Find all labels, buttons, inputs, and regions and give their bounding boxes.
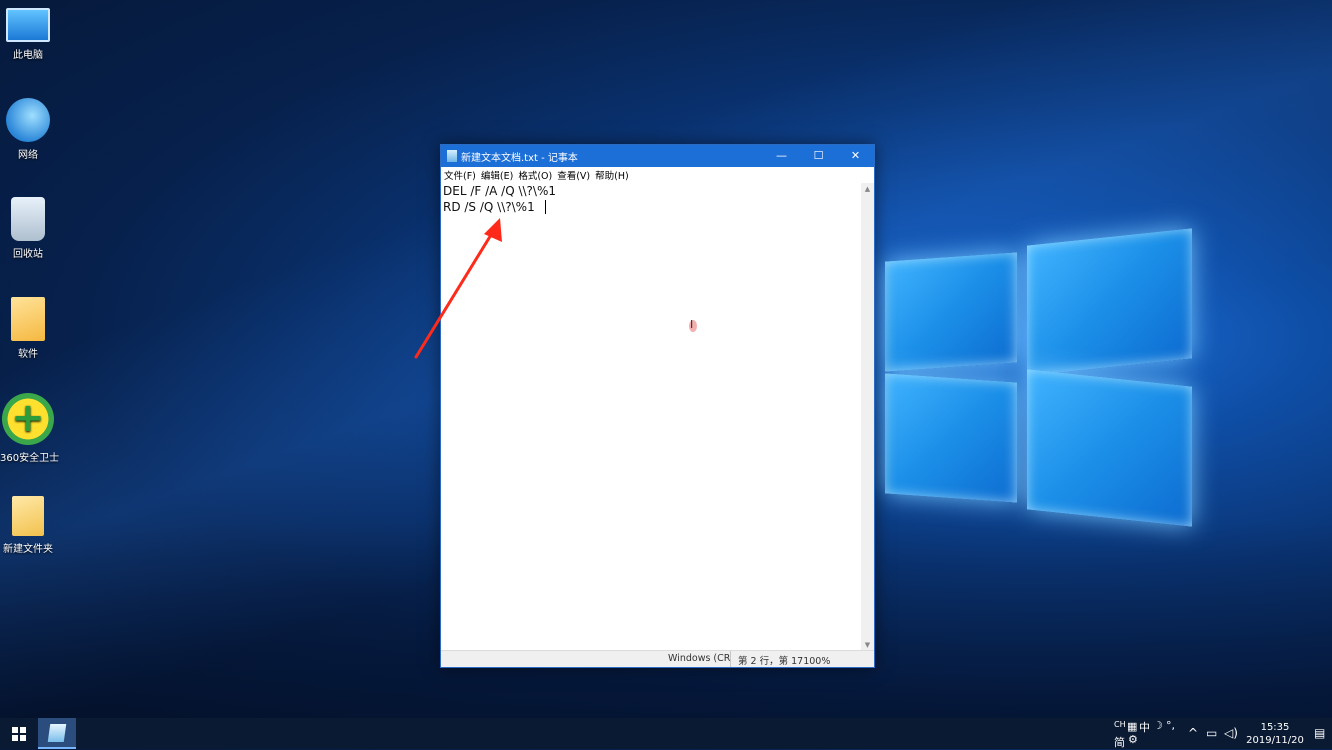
network-icon[interactable]: ▭ <box>1206 726 1217 740</box>
ime-language-indicator[interactable]: CH <box>1114 720 1126 729</box>
desktop-icon-label: 360安全卫士 <box>0 453 60 464</box>
desktop-icon-label: 此电脑 <box>13 50 43 61</box>
mouse-cursor-icon <box>689 318 697 332</box>
notepad-icon <box>47 724 67 742</box>
menu-edit[interactable]: 编辑(E) <box>481 168 513 182</box>
vertical-scrollbar[interactable]: ▲ ▼ <box>861 183 874 651</box>
status-encoding: Windows (CR <box>668 653 731 664</box>
computer-icon <box>6 8 50 42</box>
text-caret <box>545 200 546 214</box>
taskbar: CH ▦ 中 ☽ °, 简 ⚙ ^ ▭ ◁) 15:35 2019/11/20 … <box>0 718 1332 749</box>
status-bar: Windows (CR 第 2 行，第 17100% <box>441 650 874 667</box>
text-line: DEL /F /A /Q \\?\%1 <box>443 184 556 198</box>
desktop-icon-new-folder[interactable]: 新建文件夹 <box>0 496 56 555</box>
windows-wallpaper-logo <box>878 215 1198 535</box>
desktop-icon-label: 网络 <box>18 150 38 161</box>
volume-icon[interactable]: ◁) <box>1224 726 1238 740</box>
desktop-icon-360-security[interactable]: + 360安全卫士 <box>0 393 60 464</box>
clock-time: 15:35 <box>1260 722 1290 733</box>
desktop-icon-label: 软件 <box>18 349 38 360</box>
notification-icon[interactable]: ▤ <box>1314 726 1325 740</box>
tray-chevron-icon[interactable]: ^ <box>1188 726 1198 740</box>
ime-keyboard-icon[interactable]: ▦ <box>1127 720 1137 733</box>
ime-settings-icon[interactable]: ⚙ <box>1128 733 1138 746</box>
window-title: 新建文本文档.txt - 记事本 <box>461 152 578 164</box>
clock[interactable]: 15:35 2019/11/20 <box>1244 721 1306 747</box>
annotation-arrow-icon <box>414 218 502 359</box>
notepad-titlebar[interactable]: 新建文本文档.txt - 记事本 — ☐ ✕ <box>441 145 874 167</box>
notepad-icon <box>447 150 457 162</box>
recycle-bin-icon <box>11 197 45 241</box>
close-button[interactable]: ✕ <box>837 145 874 167</box>
status-divider <box>730 651 731 667</box>
ime-punctuation-icon[interactable]: °, <box>1166 719 1175 732</box>
status-position: 第 2 行，第 17100% <box>738 656 831 667</box>
360-security-icon: + <box>2 393 54 445</box>
desktop-icon-recycle-bin[interactable]: 回收站 <box>0 197 56 260</box>
menu-view[interactable]: 查看(V) <box>557 168 590 182</box>
network-globe-icon <box>6 98 50 142</box>
clock-date: 2019/11/20 <box>1246 735 1304 746</box>
windows-start-icon <box>12 727 26 741</box>
menu-help[interactable]: 帮助(H) <box>595 168 629 182</box>
ime-chinese-mode[interactable]: 中 <box>1139 719 1150 735</box>
folder-icon <box>12 496 44 536</box>
desktop-icon-software[interactable]: 软件 <box>0 297 56 360</box>
desktop-icon-network[interactable]: 网络 <box>0 98 56 161</box>
minimize-button[interactable]: — <box>763 145 800 167</box>
maximize-button[interactable]: ☐ <box>800 145 837 167</box>
ime-simplified-mode[interactable]: 简 <box>1114 734 1125 750</box>
scroll-up-icon[interactable]: ▲ <box>861 183 874 195</box>
desktop-icon-label: 新建文件夹 <box>3 544 53 555</box>
folder-icon <box>11 297 45 341</box>
menu-format[interactable]: 格式(O) <box>518 168 552 182</box>
desktop-icon-label: 回收站 <box>13 249 43 260</box>
menu-bar: 文件(F) 编辑(E) 格式(O) 查看(V) 帮助(H) <box>441 167 874 183</box>
desktop-icon-this-pc[interactable]: 此电脑 <box>0 2 56 61</box>
ime-moon-icon[interactable]: ☽ <box>1153 719 1163 732</box>
menu-file[interactable]: 文件(F) <box>444 168 476 182</box>
taskbar-notepad-button[interactable] <box>38 718 76 749</box>
start-button[interactable] <box>0 718 38 749</box>
